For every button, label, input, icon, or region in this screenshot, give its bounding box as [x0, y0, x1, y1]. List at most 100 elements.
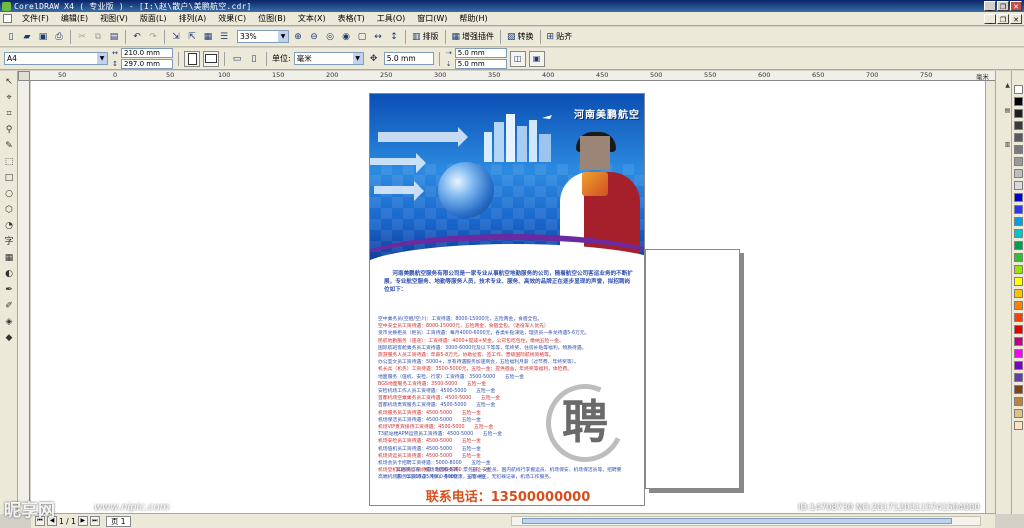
horizontal-scrollbar[interactable]	[511, 516, 981, 526]
palette-swatch[interactable]	[1014, 337, 1023, 346]
shape-tool-icon[interactable]: ⌖	[2, 91, 16, 105]
palette-swatch[interactable]	[1014, 409, 1023, 418]
hints-tab[interactable]: ▥	[997, 129, 1011, 159]
page-height-field[interactable]: 297.0 mm	[121, 59, 173, 69]
enhance-plugin-button[interactable]: ▦ 增强插件	[450, 31, 497, 42]
paper-size-dropdown[interactable]: A4 ▼	[4, 52, 108, 65]
zoom-tool-icon[interactable]: ⚲	[2, 123, 16, 137]
snap-button[interactable]: ⊞ 贴齐	[545, 31, 575, 42]
polygon-tool-icon[interactable]: ⬡	[2, 203, 16, 217]
palette-swatch[interactable]	[1014, 361, 1023, 370]
interactive-blend-tool-icon[interactable]: ◐	[2, 267, 16, 281]
pick-tool-icon[interactable]: ↖	[2, 75, 16, 89]
rectangle-tool-icon[interactable]: □	[2, 171, 16, 185]
palette-swatch[interactable]	[1014, 145, 1023, 154]
import-icon[interactable]: ⇲	[169, 30, 183, 44]
palette-swatch[interactable]	[1014, 109, 1023, 118]
palette-swatch[interactable]	[1014, 421, 1023, 430]
palette-swatch[interactable]	[1014, 181, 1023, 190]
palette-swatch[interactable]	[1014, 325, 1023, 334]
doc-close-button[interactable]: ✕	[1010, 14, 1022, 24]
freehand-tool-icon[interactable]: ✎	[2, 139, 16, 153]
arrange-plugin-button[interactable]: ▥ 排版	[410, 31, 441, 42]
save-icon[interactable]: ▣	[36, 30, 50, 44]
redo-icon[interactable]: ↷	[146, 30, 160, 44]
treat-as-filled-button[interactable]: ◫	[509, 50, 526, 67]
vertical-scrollbar[interactable]	[985, 81, 995, 513]
convert-button[interactable]: ▧ 转换	[505, 31, 536, 42]
page-width-field[interactable]: 210.0 mm	[121, 48, 173, 58]
zoom-out-icon[interactable]: ⊖	[307, 30, 321, 44]
palette-swatch[interactable]	[1014, 373, 1023, 382]
palette-swatch[interactable]	[1014, 265, 1023, 274]
menu-arrange[interactable]: 排列(A)	[173, 13, 213, 24]
new-document-icon[interactable]: ▯	[4, 30, 18, 44]
open-icon[interactable]: ▰	[20, 30, 34, 44]
last-page-button[interactable]: ⏭	[89, 516, 100, 526]
zoom-width-icon[interactable]: ↔	[371, 30, 385, 44]
palette-swatch[interactable]	[1014, 229, 1023, 238]
copy-icon[interactable]: ⧉	[91, 30, 105, 44]
application-launcher-icon[interactable]: ▦	[201, 30, 215, 44]
outline-tool-icon[interactable]: ✐	[2, 299, 16, 313]
restore-button[interactable]: ❐	[997, 1, 1009, 11]
palette-swatch[interactable]	[1014, 397, 1023, 406]
menu-table[interactable]: 表格(T)	[332, 13, 371, 24]
menu-view[interactable]: 视图(V)	[94, 13, 134, 24]
portrait-button[interactable]	[184, 50, 200, 67]
horizontal-scroll-thumb[interactable]	[522, 518, 952, 524]
secondary-page-object[interactable]	[645, 249, 740, 489]
palette-swatch[interactable]	[1014, 349, 1023, 358]
interactive-fill-tool-icon[interactable]: ◆	[2, 331, 16, 345]
current-page-icon[interactable]: ▯	[247, 52, 261, 66]
ellipse-tool-icon[interactable]: ○	[2, 187, 16, 201]
palette-swatch[interactable]	[1014, 205, 1023, 214]
zoom-in-icon[interactable]: ⊕	[291, 30, 305, 44]
palette-swatch[interactable]	[1014, 97, 1023, 106]
menu-help[interactable]: 帮助(H)	[453, 13, 493, 24]
drawing-canvas[interactable]: 河南美鹏航空 河南美鹏航空服务有限公司是一家专业从事航空地勤服务的公司，随着航空…	[31, 81, 995, 513]
crop-tool-icon[interactable]: ⌗	[2, 107, 16, 121]
palette-swatch[interactable]	[1014, 169, 1023, 178]
cut-icon[interactable]: ✂	[75, 30, 89, 44]
menu-edit[interactable]: 编辑(E)	[55, 13, 94, 24]
all-pages-icon[interactable]: ▭	[230, 52, 244, 66]
options-button[interactable]: ▣	[528, 50, 545, 67]
palette-swatch[interactable]	[1014, 241, 1023, 250]
palette-swatch[interactable]	[1014, 157, 1023, 166]
text-tool-icon[interactable]: 字	[2, 235, 16, 249]
palette-swatch[interactable]	[1014, 121, 1023, 130]
palette-swatch[interactable]	[1014, 217, 1023, 226]
page-tab[interactable]: 页 1	[105, 515, 131, 527]
recruitment-poster[interactable]: 河南美鹏航空 河南美鹏航空服务有限公司是一家专业从事航空地勤服务的公司，随着航空…	[369, 93, 645, 506]
zoom-page-icon[interactable]: ▢	[355, 30, 369, 44]
close-button[interactable]: ✕	[1010, 1, 1022, 11]
zoom-all-icon[interactable]: ◉	[339, 30, 353, 44]
undo-icon[interactable]: ↶	[130, 30, 144, 44]
table-tool-icon[interactable]: ▦	[2, 251, 16, 265]
basic-shapes-tool-icon[interactable]: ◔	[2, 219, 16, 233]
object-manager-tab[interactable]: ▤	[997, 95, 1011, 125]
palette-swatch[interactable]	[1014, 133, 1023, 142]
vertical-ruler[interactable]	[18, 81, 30, 513]
fill-tool-icon[interactable]: ◈	[2, 315, 16, 329]
ruler-origin[interactable]	[18, 71, 30, 81]
palette-swatch[interactable]	[1014, 277, 1023, 286]
zoom-height-icon[interactable]: ↕	[387, 30, 401, 44]
palette-swatch[interactable]	[1014, 313, 1023, 322]
doc-minimize-button[interactable]: _	[984, 14, 996, 24]
menu-bitmaps[interactable]: 位图(B)	[252, 13, 292, 24]
menu-effects[interactable]: 效果(C)	[212, 13, 252, 24]
menu-layout[interactable]: 版面(L)	[134, 13, 173, 24]
export-icon[interactable]: ⇱	[185, 30, 199, 44]
palette-swatch[interactable]	[1014, 253, 1023, 262]
palette-swatch[interactable]	[1014, 289, 1023, 298]
menu-file[interactable]: 文件(F)	[16, 13, 55, 24]
landscape-button[interactable]	[203, 50, 219, 67]
palette-swatch[interactable]	[1014, 385, 1023, 394]
menu-tools[interactable]: 工具(O)	[371, 13, 412, 24]
zoom-selected-icon[interactable]: ◎	[323, 30, 337, 44]
palette-swatch[interactable]	[1014, 85, 1023, 94]
minimize-button[interactable]: _	[984, 1, 996, 11]
duplicate-x-field[interactable]: 5.0 mm	[454, 48, 507, 58]
